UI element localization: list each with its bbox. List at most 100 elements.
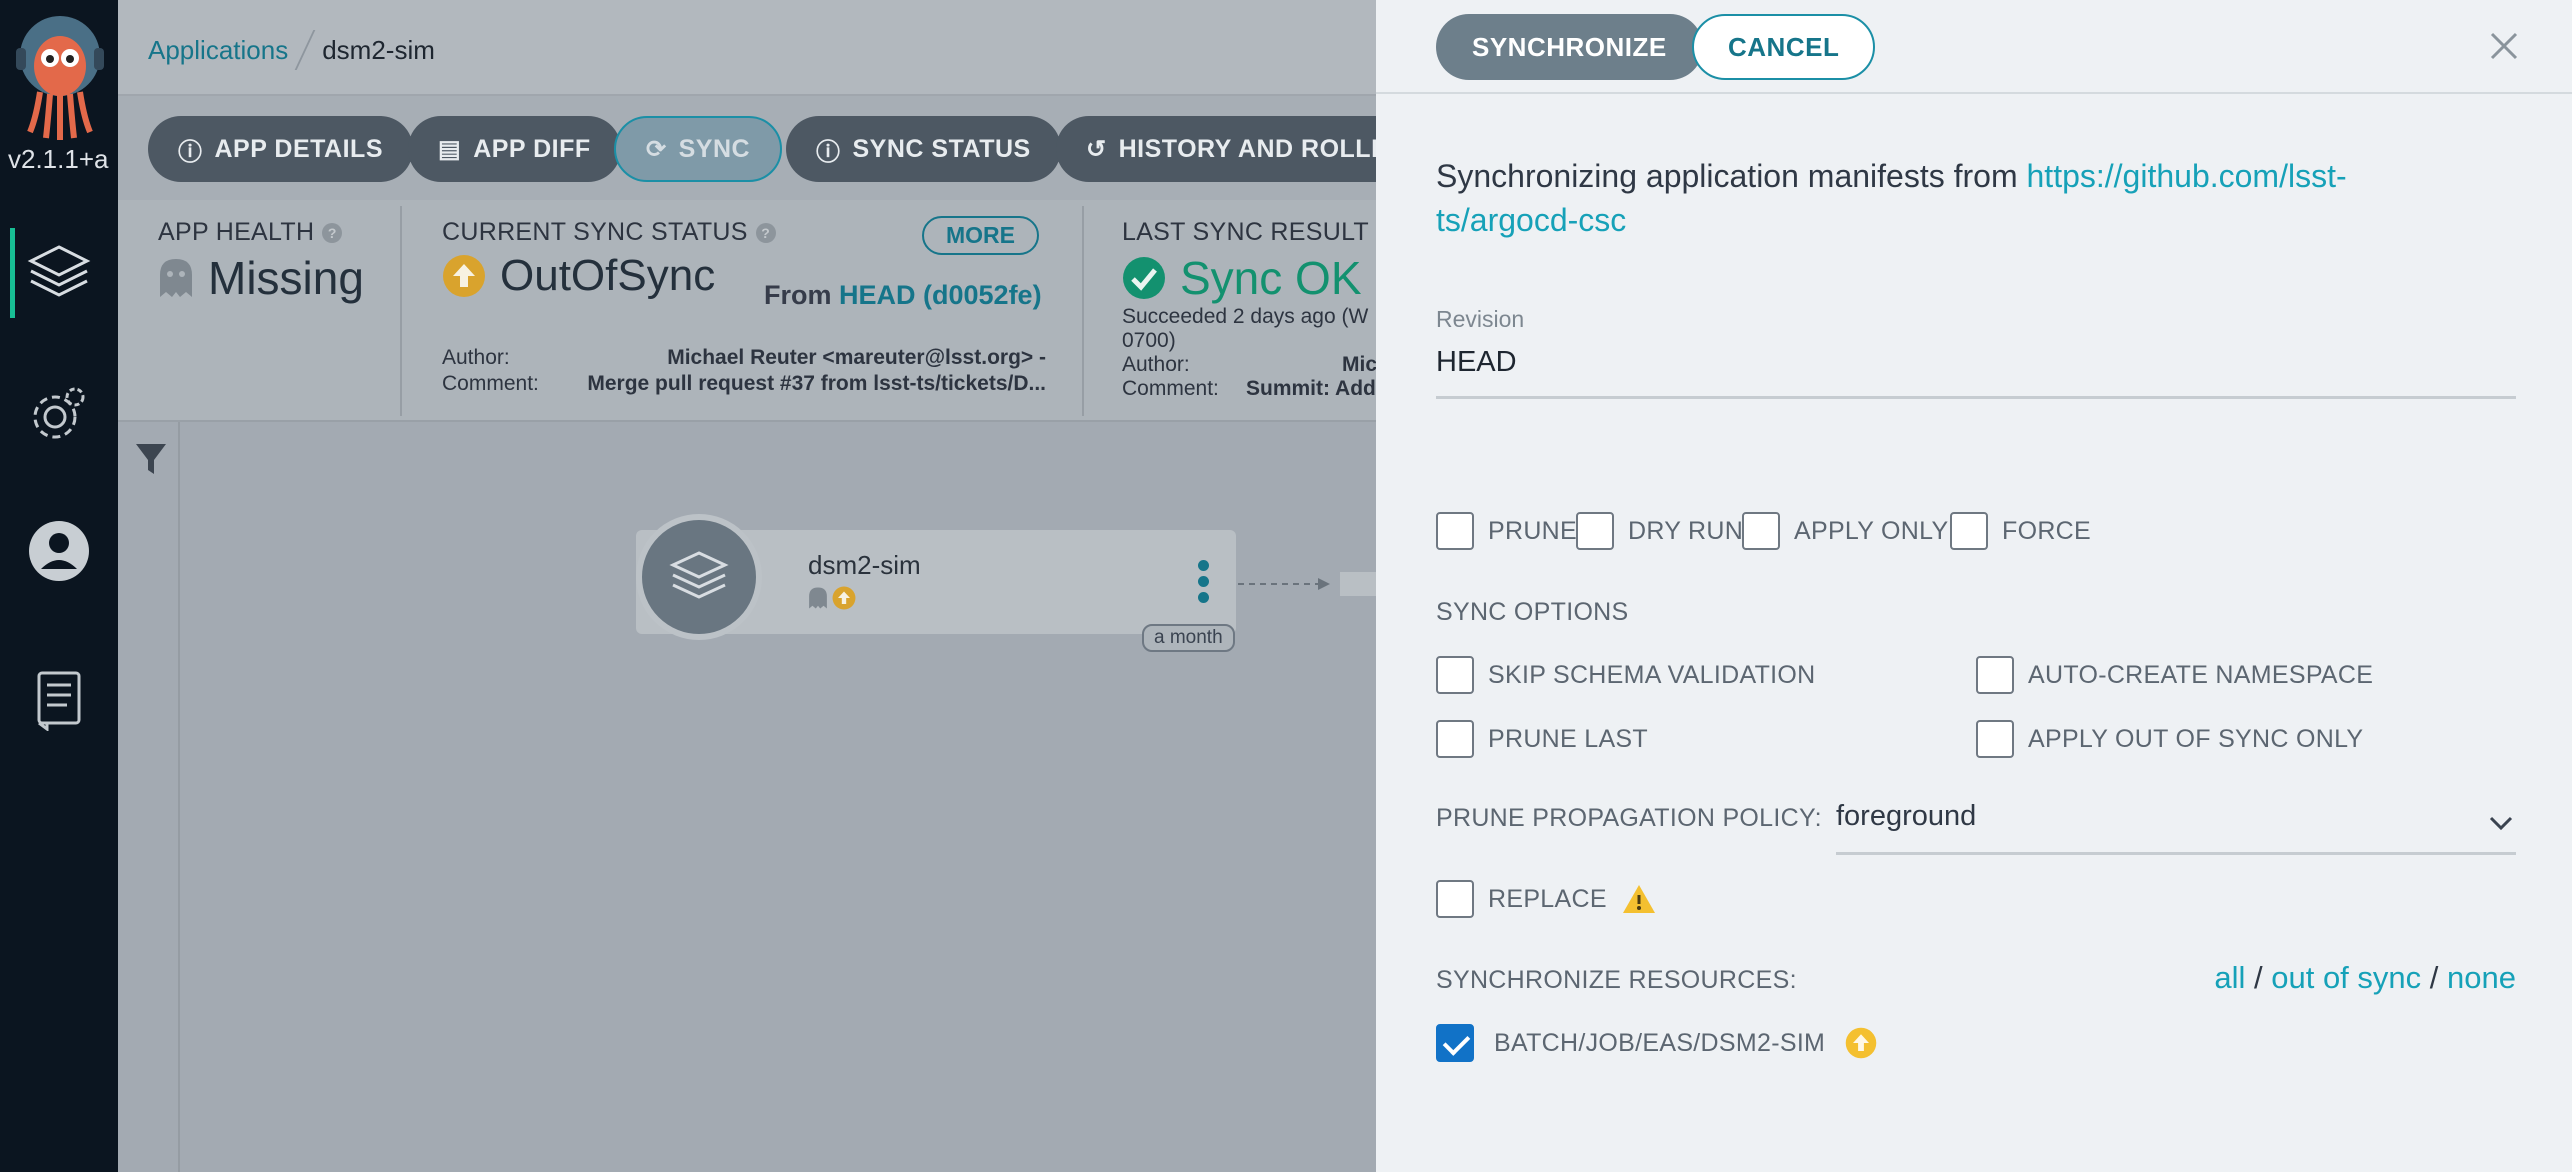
- app-diff-button[interactable]: ▤ APP DIFF: [408, 116, 621, 182]
- checkbox-box[interactable]: [1436, 656, 1474, 694]
- info-icon: ⓘ: [816, 138, 841, 166]
- prune-last-checkbox[interactable]: PRUNE LAST: [1436, 720, 1648, 758]
- nav-user-info[interactable]: [0, 496, 118, 606]
- gear-icon: [33, 387, 85, 439]
- sync-message: Synchronizing application manifests from…: [1436, 154, 2436, 242]
- from-revision-link[interactable]: HEAD (d0052fe): [839, 280, 1042, 310]
- node-menu-icon[interactable]: [1198, 560, 1210, 608]
- last-sync-panel: LAST SYNC RESULT? Sync OK Succeeded 2 da…: [1122, 218, 1376, 414]
- breadcrumb-separator: [294, 30, 316, 70]
- nav-documentation[interactable]: [0, 644, 118, 754]
- layers-icon: [669, 551, 729, 599]
- last-sync-value: Sync OK: [1180, 252, 1362, 304]
- file-diff-icon: ▤: [438, 135, 462, 163]
- nav-settings[interactable]: [0, 358, 118, 468]
- app-health-panel: APP HEALTH? Missing: [158, 218, 378, 414]
- cancel-button[interactable]: CANCEL: [1692, 14, 1876, 80]
- filter-sidebar: [118, 422, 180, 1172]
- docs-icon: [37, 671, 81, 731]
- synchronize-button[interactable]: SYNCHRONIZE: [1436, 14, 1703, 80]
- comment-value: Merge pull request #37 from lsst-ts/tick…: [587, 372, 1046, 395]
- info-icon: ⓘ: [178, 138, 203, 166]
- out-of-sync-icon: [1845, 1027, 1877, 1059]
- checkbox-box-checked[interactable]: [1436, 1024, 1474, 1062]
- app-details-label: APP DETAILS: [214, 134, 383, 163]
- current-sync-panel: CURRENT SYNC STATUS? MORE OutOfSync From…: [442, 216, 1162, 414]
- panel-divider: [400, 206, 402, 416]
- app-details-button[interactable]: ⓘ APP DETAILS: [148, 116, 413, 182]
- last-sync-time-cont: 0700): [1122, 329, 1176, 352]
- breadcrumb-applications-link[interactable]: Applications: [148, 35, 288, 66]
- prune-checkbox[interactable]: PRUNE: [1436, 512, 1577, 550]
- force-checkbox[interactable]: FORCE: [1950, 512, 2091, 550]
- last-sync-author-row: Author: Mic: [1122, 353, 1376, 377]
- from-label: From: [764, 280, 832, 310]
- status-panels: APP HEALTH? Missing CURRENT SYNC STATUS?…: [118, 200, 1376, 422]
- checkbox-box[interactable]: [1976, 720, 2014, 758]
- panel-divider: [1082, 206, 1084, 416]
- nav-applications[interactable]: [0, 218, 118, 328]
- checkbox-box[interactable]: [1950, 512, 1988, 550]
- layers-icon: [27, 245, 91, 297]
- apply-only-checkbox[interactable]: APPLY ONLY: [1742, 512, 1948, 550]
- top-bar: Applications dsm2-sim: [118, 0, 1376, 96]
- author-value: Michael Reuter <mareuter@lsst.org> -: [667, 346, 1046, 369]
- app-node-icon[interactable]: [636, 514, 762, 640]
- current-sync-author-row: Author: Michael Reuter <mareuter@lsst.or…: [442, 346, 1046, 370]
- skip-schema-validation-checkbox[interactable]: SKIP SCHEMA VALIDATION: [1436, 656, 1816, 694]
- checkbox-box[interactable]: [1976, 656, 2014, 694]
- sync-status-button[interactable]: ⓘ SYNC STATUS: [786, 116, 1061, 182]
- resource-item-label: BATCH/JOB/EAS/DSM2-SIM: [1494, 1028, 1826, 1057]
- sync-resources-heading: SYNCHRONIZE RESOURCES:: [1436, 966, 1797, 994]
- replace-checkbox[interactable]: REPLACE: [1436, 880, 1657, 918]
- replace-label: REPLACE: [1488, 884, 1607, 913]
- dry-run-checkbox[interactable]: DRY RUN: [1576, 512, 1743, 550]
- app-diff-label: APP DIFF: [473, 134, 591, 163]
- apply-out-of-sync-only-checkbox[interactable]: APPLY OUT OF SYNC ONLY: [1976, 720, 2363, 758]
- select-out-of-sync-link[interactable]: out of sync: [2271, 960, 2421, 995]
- sync-message-text: Synchronizing application manifests from: [1436, 158, 2027, 194]
- select-all-link[interactable]: all: [2214, 960, 2245, 995]
- current-sync-title: CURRENT SYNC STATUS: [442, 218, 748, 246]
- last-sync-comment-row: Comment: Summit: Add: [1122, 377, 1376, 401]
- sync-options-heading: SYNC OPTIONS: [1436, 598, 1629, 626]
- link-separator: /: [2253, 960, 2263, 995]
- checkbox-box[interactable]: [1576, 512, 1614, 550]
- prune-policy-select[interactable]: foreground: [1836, 790, 2516, 856]
- current-sync-value: OutOfSync: [500, 251, 716, 300]
- app-node-name: dsm2-sim: [808, 550, 921, 580]
- breadcrumb-current: dsm2-sim: [322, 34, 435, 65]
- select-none-link[interactable]: none: [2447, 960, 2516, 995]
- comment-label: Comment:: [442, 372, 539, 395]
- warning-icon: [1622, 885, 1655, 913]
- argo-logo[interactable]: [10, 14, 110, 142]
- history-label: HISTORY AND ROLLBA: [1118, 134, 1376, 163]
- revision-underline: [1436, 396, 2516, 399]
- checkbox-box[interactable]: [1436, 880, 1474, 918]
- checkbox-box[interactable]: [1436, 720, 1474, 758]
- prune-last-label: PRUNE LAST: [1488, 724, 1648, 753]
- out-of-sync-icon: [443, 255, 485, 297]
- dry-run-label: DRY RUN: [1628, 516, 1744, 545]
- skip-schema-label: SKIP SCHEMA VALIDATION: [1488, 660, 1816, 689]
- checkbox-box[interactable]: [1742, 512, 1780, 550]
- last-sync-time: Succeeded 2 days ago (W: [1122, 305, 1369, 328]
- filter-icon[interactable]: [134, 442, 168, 478]
- help-icon[interactable]: ?: [322, 222, 343, 243]
- repo-url-part2: ts/argocd-csc: [1436, 202, 1627, 238]
- sync-button[interactable]: ⟳ SYNC: [614, 116, 783, 182]
- sync-status-label: SYNC STATUS: [852, 134, 1031, 163]
- more-button[interactable]: MORE: [922, 216, 1039, 255]
- resource-checkbox[interactable]: BATCH/JOB/EAS/DSM2-SIM: [1436, 1024, 1877, 1062]
- revision-input[interactable]: HEAD: [1436, 346, 1517, 379]
- auto-create-namespace-checkbox[interactable]: AUTO-CREATE NAMESPACE: [1976, 656, 2373, 694]
- apply-out-of-sync-label: APPLY OUT OF SYNC ONLY: [2028, 724, 2364, 753]
- author-label: Author:: [1122, 353, 1190, 376]
- force-label: FORCE: [2002, 516, 2091, 545]
- author-label: Author:: [442, 346, 510, 369]
- checkbox-box[interactable]: [1436, 512, 1474, 550]
- history-rollback-button[interactable]: ↺ HISTORY AND ROLLBA: [1056, 116, 1376, 182]
- help-icon[interactable]: ?: [755, 222, 776, 243]
- close-icon[interactable]: [2484, 26, 2524, 66]
- chevron-down-icon: [2489, 816, 2513, 831]
